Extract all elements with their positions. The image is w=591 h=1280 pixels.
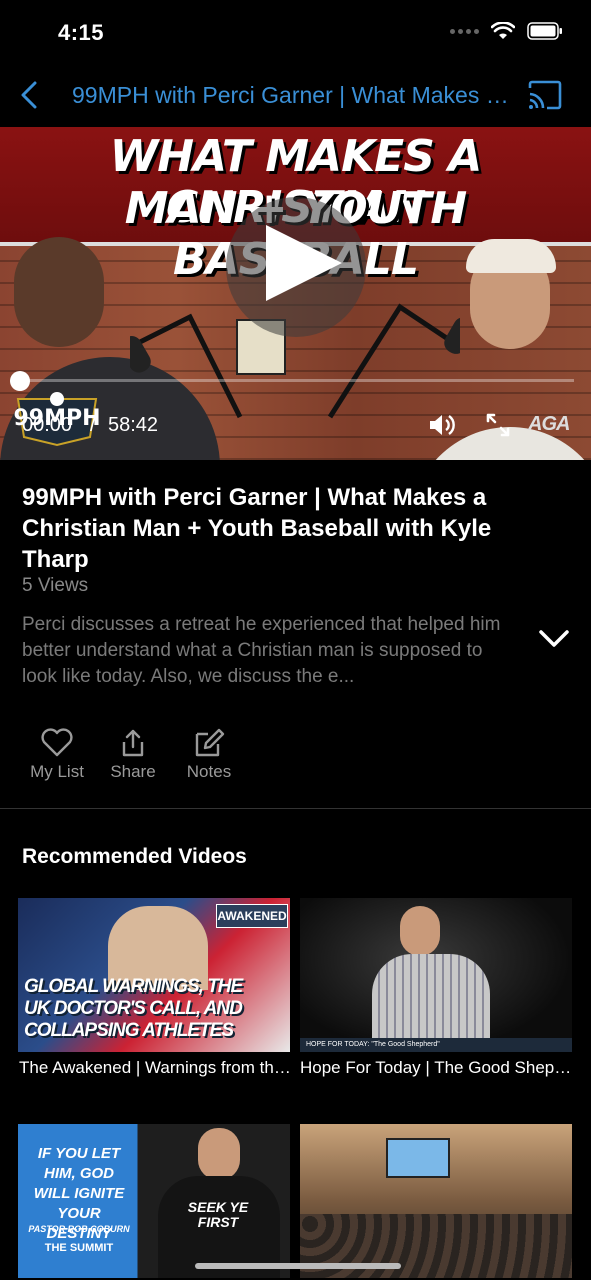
thumbnail-badge: AWAKENED (216, 904, 288, 928)
recommended-caption[interactable]: The Awakened | Warnings from the UK Doct… (19, 1058, 291, 1078)
thumbnail-screen (386, 1138, 450, 1178)
share-button[interactable]: Share (98, 728, 168, 782)
video-description: Perci discusses a retreat he experienced… (22, 614, 501, 687)
edit-icon (195, 728, 225, 757)
progress-bar[interactable] (18, 379, 574, 382)
my-list-button[interactable]: My List (22, 728, 92, 782)
thumbnail-figure-head (198, 1128, 240, 1180)
signal-dots-icon (450, 28, 479, 34)
recommended-thumbnail[interactable]: AWAKENED GLOBAL WARNINGS, THE UK DOCTOR'… (18, 898, 290, 1052)
progress-knob[interactable] (10, 371, 30, 391)
chevron-left-icon (21, 81, 37, 109)
status-time: 4:15 (58, 20, 105, 45)
thumbnail-text: GLOBAL WARNINGS, THE UK DOCTOR'S CALL, A… (24, 976, 243, 1041)
notes-button[interactable]: Notes (174, 728, 244, 782)
chevron-down-icon (539, 630, 569, 647)
current-time: 00:00 (22, 414, 73, 436)
expand-description-button[interactable] (537, 626, 571, 650)
cast-button[interactable] (527, 80, 563, 110)
section-divider (0, 808, 591, 809)
home-indicator[interactable] (195, 1263, 401, 1269)
duration: 58:42 (108, 414, 159, 436)
play-button[interactable] (266, 225, 342, 301)
share-label: Share (110, 762, 156, 781)
battery-icon (527, 22, 562, 40)
share-icon (122, 729, 144, 757)
recommended-thumbnail[interactable]: HOPE FOR TODAY: "The Good Shepherd" (300, 898, 572, 1052)
video-player[interactable]: WHAT MAKES A CHRISTIAN MAN + YOUTH BASEB… (0, 127, 591, 460)
volume-icon[interactable] (428, 412, 456, 438)
view-count: 5 Views (22, 575, 89, 596)
recommended-heading: Recommended Videos (22, 845, 247, 868)
cast-icon (528, 80, 562, 110)
status-icons (450, 22, 563, 40)
time-separator: / (90, 414, 96, 436)
guest-cap (466, 239, 556, 273)
brand-logo: AGA (528, 413, 570, 435)
my-list-label: My List (30, 762, 84, 781)
host-head (14, 237, 104, 347)
page-title: 99MPH with Perci Garner | What Makes a C… (72, 82, 516, 108)
back-button[interactable] (14, 80, 44, 110)
recommended-caption[interactable]: Hope For Today | The Good Shepherd (300, 1058, 572, 1078)
thumbnail-org: THE SUMMIT (44, 1242, 114, 1254)
wifi-icon (491, 22, 515, 39)
fullscreen-icon[interactable] (484, 411, 512, 439)
thumbnail-shirt-text: SEEK YE FIRST (187, 1199, 249, 1230)
thumbnail-subtext: PASTOR ROB COBURN (28, 1224, 130, 1234)
video-title: 99MPH with Perci Garner | What Makes a C… (22, 484, 492, 573)
recommended-thumbnail[interactable] (300, 1124, 572, 1278)
notes-label: Notes (186, 762, 232, 781)
recommended-thumbnail[interactable]: IF YOU LET HIM, GOD WILL IGNITE YOUR DES… (18, 1124, 290, 1278)
heart-icon (41, 728, 73, 757)
thumbnail-figure-head (400, 906, 440, 956)
thumbnail-figure (372, 954, 490, 1040)
thumbnail-text: HOPE FOR TODAY: "The Good Shepherd" (300, 1038, 572, 1052)
